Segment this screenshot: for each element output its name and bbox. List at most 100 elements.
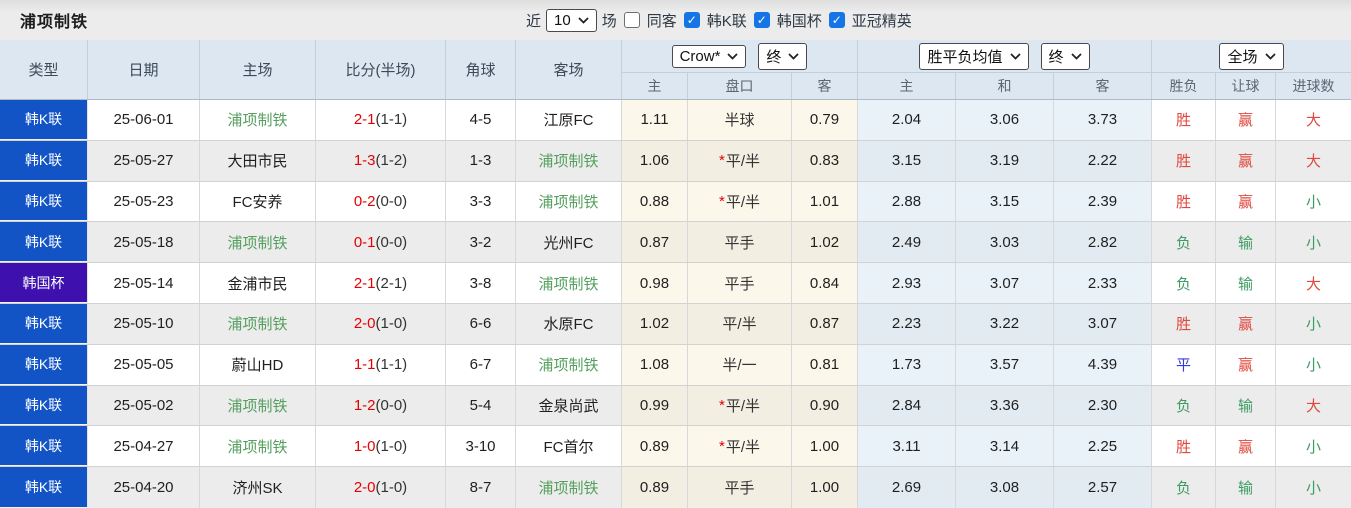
cell-avg-home: 1.73 [858, 344, 956, 385]
odds-stage-select[interactable]: 终 [758, 42, 808, 70]
cell-goals-result: 小 [1305, 438, 1321, 456]
odds-provider-select[interactable]: Crow* [671, 44, 747, 68]
cell-date: 25-04-20 [88, 467, 200, 508]
cell-odds-home: 0.99 [622, 385, 688, 426]
sub-column-headers: 主 盘口 客 主 和 客 胜负 让球 进球数 [622, 73, 1351, 99]
recent-label: 近 [526, 12, 542, 30]
cell-result: 负 [1152, 222, 1216, 263]
cell-date: 25-05-23 [88, 181, 200, 222]
sub-header-odds-home: 主 [622, 73, 688, 99]
score-halftime: (1-2) [375, 152, 408, 170]
cell-goals-result: 小 [1305, 193, 1321, 211]
cell-spread-result: 赢 [1216, 303, 1276, 344]
cell-odds-away: 1.01 [792, 181, 858, 222]
cell-handicap: 平手 [688, 467, 792, 508]
cell-avg-draw: 3.36 [956, 385, 1054, 426]
score-fulltime: 2-0 [353, 315, 376, 333]
match-row: 韩K联 25-05-02 浦项制铁 1-2 (0-0) 5-4 金泉尚武 0.99 * 平/半 0.… [0, 385, 1351, 427]
same-away-checkbox[interactable] [623, 12, 640, 28]
cell-corners: 6-6 [446, 303, 516, 344]
kleague-checkbox[interactable]: ✓ [683, 12, 700, 28]
cell-result: 负 [1152, 467, 1216, 508]
korea-cup-checkbox[interactable]: ✓ [753, 12, 770, 28]
cell-corners: 3-2 [446, 222, 516, 263]
cell-avg-home: 2.49 [858, 222, 956, 263]
grouped-column-headers: Crow* 终 胜平负均值 终 全场 主 盘口 客 主 和 客 胜负 让球 进球… [622, 40, 1351, 99]
recent-count-select[interactable]: 10 [546, 8, 597, 32]
cell-corners: 6-7 [446, 344, 516, 385]
cell-result: 平 [1152, 344, 1216, 385]
handicap-text: 平/半 [725, 153, 760, 171]
competition-type-badge: 韩K联 [0, 222, 88, 263]
cell-score: 0-1 (0-0) [316, 222, 446, 263]
score-halftime: (0-0) [375, 192, 408, 210]
check-icon: ✓ [686, 13, 697, 27]
match-row: 韩K联 25-06-01 浦项制铁 2-1 (1-1) 4-5 江原FC 1.11 半球 0.79… [0, 100, 1351, 141]
match-row: 韩K联 25-04-20 济州SK 2-0 (1-0) 8-7 浦项制铁 0.89 平手 1.00… [0, 467, 1351, 508]
cell-goals-result: 小 [1305, 234, 1321, 252]
cell-avg-away: 2.25 [1054, 426, 1152, 467]
cell-spread-result: 输 [1216, 467, 1276, 508]
cell-handicap: * 平/半 [688, 426, 792, 467]
cell-date: 25-04-27 [88, 426, 200, 467]
cell-score: 1-3 (1-2) [316, 140, 446, 181]
sub-header-avg-draw: 和 [956, 73, 1054, 99]
cell-home-team: 济州SK [200, 467, 316, 508]
cell-avg-away: 2.22 [1054, 140, 1152, 181]
cell-odds-away: 0.83 [792, 140, 858, 181]
score-fulltime: 1-1 [353, 356, 376, 374]
chevron-down-icon [788, 52, 800, 60]
cell-corners: 8-7 [446, 467, 516, 508]
handicap-change-star: * [718, 437, 725, 455]
col-header-date: 日期 [88, 40, 200, 99]
cell-goals-result: 小 [1305, 316, 1321, 334]
cell-result: 负 [1152, 385, 1216, 426]
score-fulltime: 2-1 [353, 274, 376, 292]
col-header-corners: 角球 [446, 40, 516, 99]
cell-handicap: * 平/半 [688, 385, 792, 426]
avg-group-header: 胜平负均值 终 [858, 40, 1152, 72]
col-header-home: 主场 [200, 40, 316, 99]
cell-home-team: 大田市民 [200, 140, 316, 181]
cell-avg-draw: 3.03 [956, 222, 1054, 263]
score-halftime: (0-0) [375, 233, 408, 251]
cell-avg-away: 3.07 [1054, 303, 1152, 344]
match-row: 韩K联 25-05-23 FC安养 0-2 (0-0) 3-3 浦项制铁 0.88 * 平/半 1.… [0, 181, 1351, 223]
score-fulltime: 1-3 [353, 152, 376, 170]
header-select-row: Crow* 终 胜平负均值 终 全场 [622, 40, 1351, 73]
score-fulltime: 2-1 [353, 111, 376, 129]
cell-date: 25-05-10 [88, 303, 200, 344]
cell-spread-result: 输 [1216, 222, 1276, 263]
cell-odds-away: 0.90 [792, 385, 858, 426]
cell-odds-home: 0.98 [622, 263, 688, 303]
cell-corners: 1-3 [446, 140, 516, 181]
cell-avg-draw: 3.19 [956, 140, 1054, 181]
competition-type-badge: 韩K联 [0, 344, 88, 385]
acl-elite-checkbox[interactable]: ✓ [828, 12, 845, 28]
cell-result: 胜 [1152, 100, 1216, 140]
cell-score: 0-2 (0-0) [316, 181, 446, 222]
fulltime-scope-select[interactable]: 全场 [1219, 42, 1284, 70]
cell-home-team: 浦项制铁 [200, 100, 316, 140]
sub-header-result: 胜负 [1152, 73, 1216, 99]
cell-avg-draw: 3.08 [956, 467, 1054, 508]
cell-result: 胜 [1152, 303, 1216, 344]
cell-avg-away: 2.30 [1054, 385, 1152, 426]
cell-odds-home: 0.87 [622, 222, 688, 263]
cell-home-team: 浦项制铁 [200, 426, 316, 467]
avg-provider-select[interactable]: 胜平负均值 [919, 42, 1029, 70]
score-halftime: (0-0) [375, 396, 408, 414]
chevron-down-icon [1009, 52, 1021, 60]
cell-corners: 3-3 [446, 181, 516, 222]
match-row: 韩K联 25-04-27 浦项制铁 1-0 (1-0) 3-10 FC首尔 0.89 * 平/半 1… [0, 426, 1351, 468]
cell-avg-away: 2.82 [1054, 222, 1152, 263]
competition-type-badge: 韩K联 [0, 426, 88, 467]
recent-count-value: 10 [554, 11, 571, 29]
competition-type-badge: 韩K联 [0, 385, 88, 426]
handicap-text: 平手 [724, 234, 755, 252]
avg-stage-select[interactable]: 终 [1040, 42, 1090, 70]
cell-avg-home: 3.11 [858, 426, 956, 467]
cell-avg-draw: 3.15 [956, 181, 1054, 222]
score-halftime: (1-0) [375, 437, 408, 455]
cell-odds-home: 1.02 [622, 303, 688, 344]
